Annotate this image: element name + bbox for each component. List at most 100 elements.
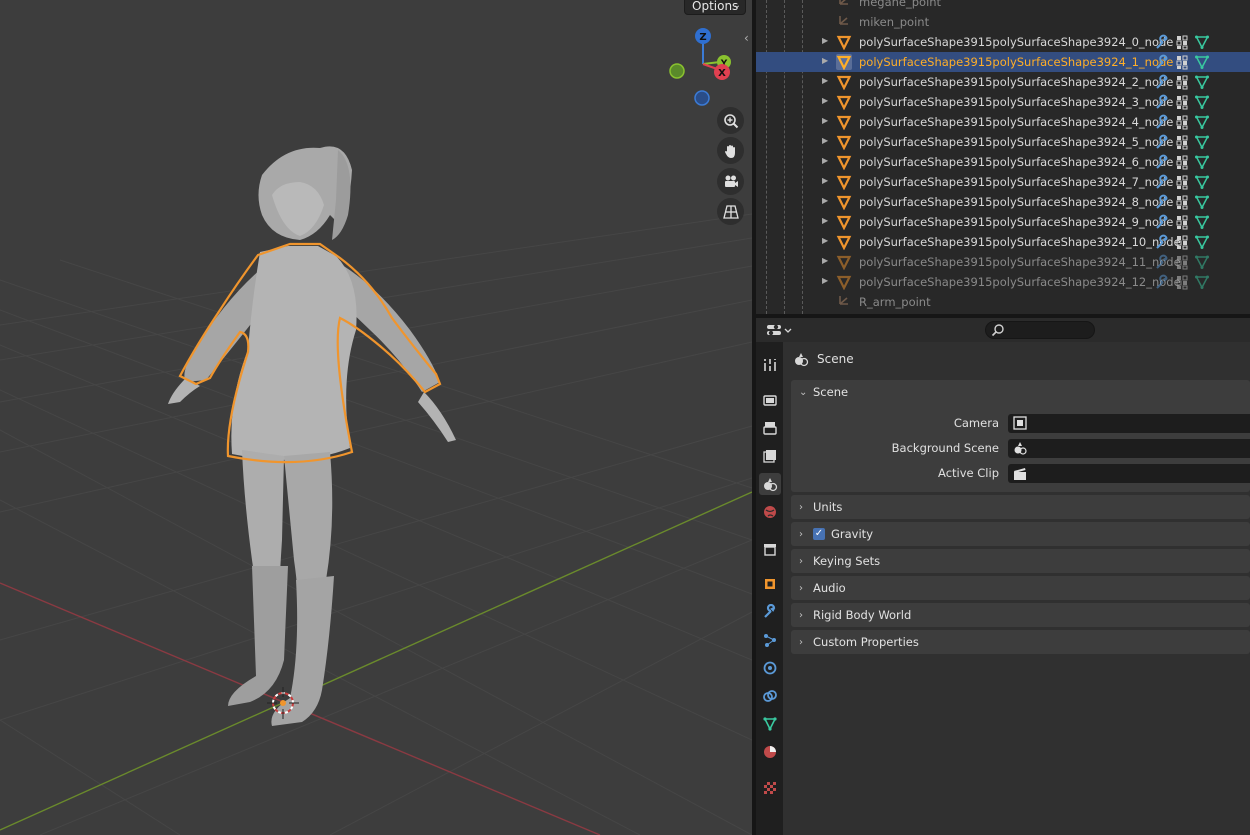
outliner-row[interactable]: ▶ polySurfaceShape3915polySurfaceShape392… bbox=[756, 152, 1250, 172]
outliner-row[interactable]: ▶ polySurfaceShape3915polySurfaceShape392… bbox=[756, 172, 1250, 192]
expand-arrow-icon[interactable]: ▶ bbox=[822, 156, 828, 165]
tab-collection[interactable] bbox=[759, 538, 781, 560]
vertex-groups-icon[interactable] bbox=[1174, 174, 1190, 190]
expand-arrow-icon[interactable]: ▶ bbox=[822, 256, 828, 265]
panel-units[interactable]: › Units bbox=[791, 495, 1250, 519]
tab-render[interactable] bbox=[759, 389, 781, 411]
tab-data[interactable] bbox=[759, 713, 781, 735]
vertex-groups-icon[interactable] bbox=[1174, 254, 1190, 270]
mesh-data-icon[interactable] bbox=[1194, 214, 1210, 230]
expand-arrow-icon[interactable]: ▶ bbox=[822, 236, 828, 245]
vertex-groups-icon[interactable] bbox=[1174, 134, 1190, 150]
expand-arrow-icon[interactable]: ▶ bbox=[822, 76, 828, 85]
vertex-groups-icon[interactable] bbox=[1174, 154, 1190, 170]
expand-arrow-icon[interactable]: ▶ bbox=[822, 56, 828, 65]
tab-material[interactable] bbox=[759, 741, 781, 763]
modifier-wrench-icon[interactable] bbox=[1154, 114, 1170, 130]
outliner-row[interactable]: ▶ polySurfaceShape3915polySurfaceShape392… bbox=[756, 92, 1250, 112]
expand-arrow-icon[interactable]: ▶ bbox=[822, 36, 828, 45]
mesh-data-icon[interactable] bbox=[1194, 254, 1210, 270]
vertex-groups-icon[interactable] bbox=[1174, 234, 1190, 250]
properties-search-input[interactable] bbox=[985, 321, 1095, 339]
mesh-data-icon[interactable] bbox=[1194, 274, 1210, 290]
modifier-wrench-icon[interactable] bbox=[1154, 194, 1170, 210]
modifier-wrench-icon[interactable] bbox=[1154, 234, 1170, 250]
panel-custom-properties[interactable]: › Custom Properties bbox=[791, 630, 1250, 654]
modifier-wrench-icon[interactable] bbox=[1154, 74, 1170, 90]
vertex-groups-icon[interactable] bbox=[1174, 74, 1190, 90]
3d-viewport[interactable]: Options ⌄ ‹ Z Y X bbox=[0, 0, 752, 835]
sidebar-toggle-icon[interactable]: ‹ bbox=[744, 31, 749, 45]
modifier-wrench-icon[interactable] bbox=[1154, 254, 1170, 270]
panel-header[interactable]: › Keying Sets bbox=[791, 549, 1250, 573]
panel-header[interactable]: › ✓ Gravity bbox=[791, 522, 1250, 546]
outliner-row[interactable]: ▶ polySurfaceShape3915polySurfaceShape392… bbox=[756, 232, 1250, 252]
expand-arrow-icon[interactable]: ▶ bbox=[822, 196, 828, 205]
mesh-data-icon[interactable] bbox=[1194, 154, 1210, 170]
ortho-grid-icon[interactable] bbox=[717, 198, 744, 225]
modifier-wrench-icon[interactable] bbox=[1154, 274, 1170, 290]
expand-arrow-icon[interactable]: ▶ bbox=[822, 276, 828, 285]
outliner-row[interactable]: megane_point bbox=[756, 0, 1250, 12]
outliner-row[interactable]: ▶ polySurfaceShape3915polySurfaceShape392… bbox=[756, 272, 1250, 292]
modifier-wrench-icon[interactable] bbox=[1154, 54, 1170, 70]
tab-object[interactable] bbox=[759, 573, 781, 595]
outliner-row[interactable]: ▶ polySurfaceShape3915polySurfaceShape392… bbox=[756, 212, 1250, 232]
zoom-icon[interactable] bbox=[717, 107, 744, 134]
gravity-checkbox[interactable]: ✓ bbox=[813, 528, 825, 540]
vertex-groups-icon[interactable] bbox=[1174, 114, 1190, 130]
vertex-groups-icon[interactable] bbox=[1174, 54, 1190, 70]
camera-field[interactable] bbox=[1008, 414, 1250, 433]
vertex-groups-icon[interactable] bbox=[1174, 194, 1190, 210]
tab-texture[interactable] bbox=[759, 777, 781, 799]
background-scene-field[interactable] bbox=[1008, 439, 1250, 458]
tab-physics[interactable] bbox=[759, 657, 781, 679]
outliner-row[interactable]: R_arm_point bbox=[756, 292, 1250, 312]
panel-header[interactable]: › Rigid Body World bbox=[791, 603, 1250, 627]
tab-constraints[interactable] bbox=[759, 685, 781, 707]
outliner-row[interactable]: ▶ polySurfaceShape3915polySurfaceShape392… bbox=[756, 52, 1250, 72]
vertex-groups-icon[interactable] bbox=[1174, 34, 1190, 50]
modifier-wrench-icon[interactable] bbox=[1154, 154, 1170, 170]
mesh-data-icon[interactable] bbox=[1194, 174, 1210, 190]
outliner-row[interactable]: ▶ polySurfaceShape3915polySurfaceShape392… bbox=[756, 72, 1250, 92]
expand-arrow-icon[interactable]: ▶ bbox=[822, 116, 828, 125]
outliner-row[interactable]: ▶ polySurfaceShape3915polySurfaceShape392… bbox=[756, 252, 1250, 272]
tab-view-layer[interactable] bbox=[759, 445, 781, 467]
panel-keying-sets[interactable]: › Keying Sets bbox=[791, 549, 1250, 573]
scene-panel-header[interactable]: ⌄ Scene bbox=[791, 380, 1250, 404]
mesh-data-icon[interactable] bbox=[1194, 234, 1210, 250]
panel-rigid-body-world[interactable]: › Rigid Body World bbox=[791, 603, 1250, 627]
modifier-wrench-icon[interactable] bbox=[1154, 34, 1170, 50]
modifier-wrench-icon[interactable] bbox=[1154, 214, 1170, 230]
tab-output[interactable] bbox=[759, 417, 781, 439]
editor-type-button[interactable] bbox=[764, 321, 794, 339]
modifier-wrench-icon[interactable] bbox=[1154, 94, 1170, 110]
panel-gravity[interactable]: › ✓ Gravity bbox=[791, 522, 1250, 546]
panel-header[interactable]: › Audio bbox=[791, 576, 1250, 600]
tab-scene[interactable] bbox=[759, 473, 781, 495]
active-clip-field[interactable] bbox=[1008, 464, 1250, 483]
modifier-wrench-icon[interactable] bbox=[1154, 134, 1170, 150]
expand-arrow-icon[interactable]: ▶ bbox=[822, 176, 828, 185]
mesh-data-icon[interactable] bbox=[1194, 54, 1210, 70]
vertex-groups-icon[interactable] bbox=[1174, 274, 1190, 290]
outliner-panel[interactable]: megane_point miken_point ▶ polySurfaceShape… bbox=[756, 0, 1250, 314]
vertex-groups-icon[interactable] bbox=[1174, 214, 1190, 230]
mesh-data-icon[interactable] bbox=[1194, 94, 1210, 110]
tab-world[interactable] bbox=[759, 501, 781, 523]
tab-particles[interactable] bbox=[759, 629, 781, 651]
outliner-row[interactable]: ▶ polySurfaceShape3915polySurfaceShape392… bbox=[756, 192, 1250, 212]
expand-arrow-icon[interactable]: ▶ bbox=[822, 96, 828, 105]
tab-tool[interactable] bbox=[759, 354, 781, 376]
outliner-row[interactable]: ▶ polySurfaceShape3915polySurfaceShape392… bbox=[756, 32, 1250, 52]
expand-arrow-icon[interactable]: ▶ bbox=[822, 216, 828, 225]
panel-audio[interactable]: › Audio bbox=[791, 576, 1250, 600]
expand-arrow-icon[interactable]: ▶ bbox=[822, 136, 828, 145]
navigation-gizmo[interactable]: Z Y X bbox=[662, 22, 744, 112]
viewport-options-button[interactable]: Options ⌄ bbox=[684, 0, 746, 15]
mesh-data-icon[interactable] bbox=[1194, 74, 1210, 90]
panel-header[interactable]: › Units bbox=[791, 495, 1250, 519]
mesh-data-icon[interactable] bbox=[1194, 134, 1210, 150]
modifier-wrench-icon[interactable] bbox=[1154, 174, 1170, 190]
